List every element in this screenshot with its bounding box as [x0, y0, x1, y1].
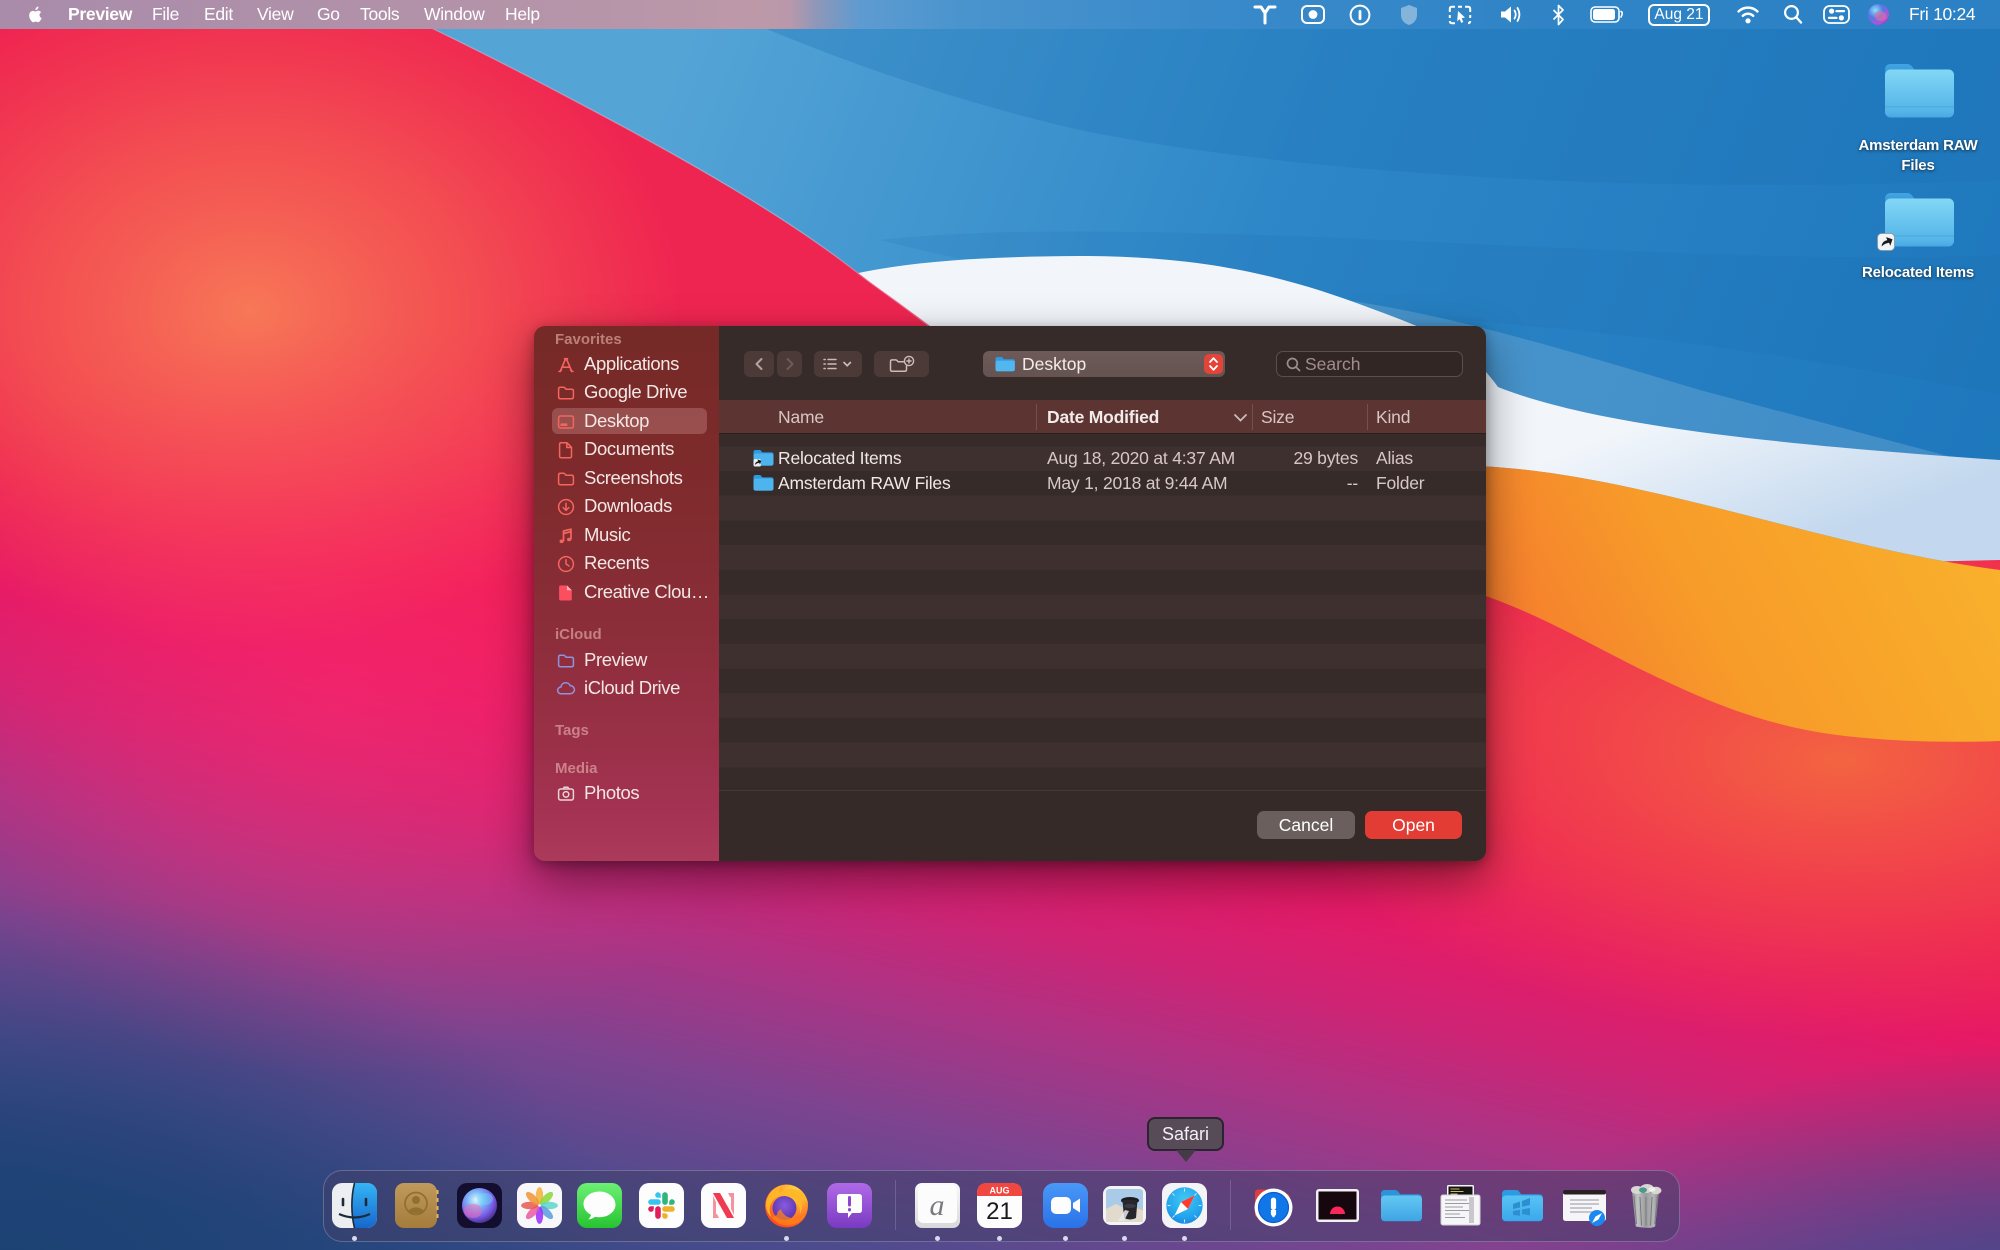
svg-text:AUG: AUG	[990, 1186, 1010, 1196]
svg-text:21: 21	[986, 1198, 1013, 1225]
svg-text:a: a	[930, 1189, 945, 1222]
